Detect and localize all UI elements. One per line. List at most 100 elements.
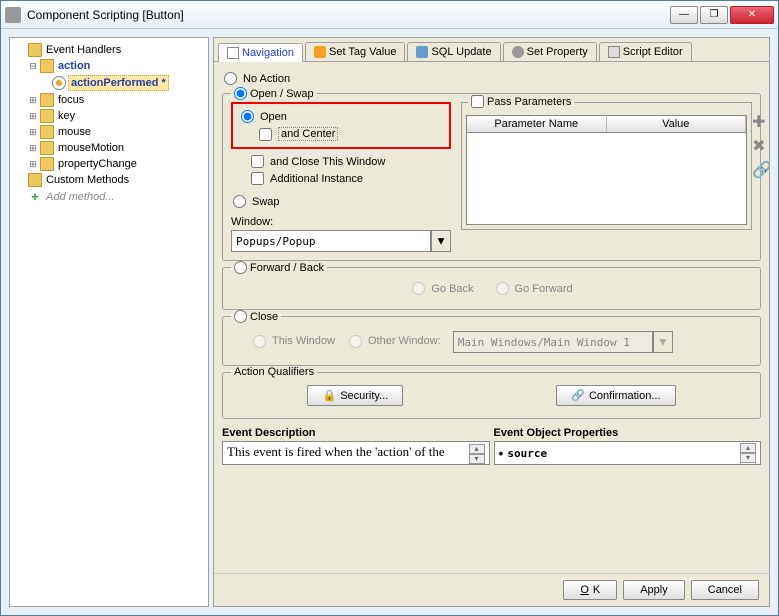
forward-back-radio[interactable]: Forward / Back	[231, 261, 327, 274]
tree-mouse[interactable]: ⊞ mouse	[26, 124, 204, 140]
event-tree[interactable]: Event Handlers ⊟ action actionPerformed …	[9, 37, 209, 607]
open-radio[interactable]: Open	[239, 108, 443, 125]
lock-icon: 🔒	[322, 389, 336, 402]
param-side-buttons: ✚ ✖ 🔗	[752, 112, 769, 180]
navigation-icon	[227, 47, 239, 59]
go-back-input	[412, 282, 425, 295]
swap-input[interactable]	[233, 195, 246, 208]
script-icon	[608, 46, 620, 58]
and-center-input[interactable]	[259, 128, 272, 141]
folder-icon	[28, 173, 42, 187]
remove-param-icon[interactable]: ✖	[752, 136, 769, 156]
event-description-box[interactable]: This event is fired when the 'action' of…	[222, 441, 490, 465]
folder-icon	[28, 43, 42, 57]
tab-set-property[interactable]: Set Property	[503, 42, 597, 61]
window-buttons: — ❐ ✕	[670, 6, 774, 24]
and-close-input[interactable]	[251, 155, 264, 168]
additional-instance-input[interactable]	[251, 172, 264, 185]
desc-scroll[interactable]: ▴▾	[469, 444, 485, 462]
window-title: Component Scripting [Button]	[27, 8, 670, 22]
tree-action-performed[interactable]: actionPerformed *	[50, 74, 204, 92]
add-param-icon[interactable]: ✚	[752, 112, 769, 132]
pass-parameters-check[interactable]: Pass Parameters	[468, 95, 574, 108]
no-action-radio[interactable]: No Action	[222, 70, 761, 87]
other-window-field	[453, 331, 653, 353]
action-qualifiers-group: Action Qualifiers 🔒 Security... 🔗 Confir…	[222, 372, 761, 419]
and-close-check[interactable]: and Close This Window	[249, 153, 451, 170]
tree-action[interactable]: ⊟ action	[26, 58, 204, 74]
go-back-radio: Go Back	[410, 280, 473, 297]
close-button[interactable]: ✕	[730, 6, 774, 24]
tree-event-handlers[interactable]: Event Handlers	[14, 42, 204, 58]
param-value-header: Value	[607, 116, 747, 132]
folder-icon	[40, 93, 54, 107]
minimize-button[interactable]: —	[670, 6, 698, 24]
plus-icon: +	[28, 189, 42, 204]
database-icon	[416, 46, 428, 58]
apply-button: Apply	[623, 580, 685, 600]
window-label: Window:	[231, 216, 451, 228]
this-window-radio: This Window	[251, 329, 335, 353]
other-window-dropdown-button: ▾	[653, 331, 673, 353]
pass-parameters-input[interactable]	[471, 95, 484, 108]
window-dropdown-button[interactable]: ▾	[431, 230, 451, 252]
parameters-table[interactable]: Parameter Name Value	[466, 115, 747, 225]
open-swap-radio[interactable]: Open / Swap	[231, 87, 317, 100]
open-highlight: Open and Center	[231, 102, 451, 149]
no-action-input[interactable]	[224, 72, 237, 85]
close-group: Close This Window Other Window:	[222, 316, 761, 366]
app-icon	[5, 7, 21, 23]
event-object-box[interactable]: • source ▴▾	[494, 441, 762, 465]
bullet-icon: •	[499, 445, 504, 461]
folder-icon	[40, 157, 54, 171]
tab-script-editor[interactable]: Script Editor	[599, 42, 692, 61]
folder-icon	[40, 109, 54, 123]
tabs: Navigation Set Tag Value SQL Update Set …	[214, 38, 769, 62]
tree-key[interactable]: ⊞ key	[26, 108, 204, 124]
window-combo[interactable]: ▾	[231, 230, 451, 252]
event-icon	[52, 76, 66, 90]
forward-back-input[interactable]	[234, 261, 247, 274]
ok-button[interactable]: OK	[563, 580, 617, 600]
obj-scroll[interactable]: ▴▾	[740, 443, 756, 463]
tree-focus[interactable]: ⊞ focus	[26, 92, 204, 108]
confirm-icon: 🔗	[571, 389, 585, 402]
gear-icon	[512, 46, 524, 58]
tree-property-change[interactable]: ⊞ propertyChange	[26, 156, 204, 172]
window: Component Scripting [Button] — ❐ ✕ Event…	[0, 0, 779, 616]
tab-sql-update[interactable]: SQL Update	[407, 42, 500, 61]
content: Event Handlers ⊟ action actionPerformed …	[1, 29, 778, 615]
security-button[interactable]: 🔒 Security...	[307, 385, 403, 406]
tag-icon	[314, 46, 326, 58]
tree-add-method[interactable]: + Add method...	[26, 188, 204, 205]
go-forward-input	[496, 282, 509, 295]
event-description-label: Event Description	[222, 425, 490, 441]
go-forward-radio: Go Forward	[494, 280, 573, 297]
and-center-check[interactable]: and Center	[257, 125, 443, 143]
swap-radio[interactable]: Swap	[231, 193, 451, 210]
bottom-info: Event Description This event is fired wh…	[222, 425, 761, 465]
folder-icon	[40, 59, 54, 73]
event-object-properties-label: Event Object Properties	[494, 425, 762, 441]
this-window-input	[253, 335, 266, 348]
additional-instance-check[interactable]: Additional Instance	[249, 170, 451, 187]
close-input[interactable]	[234, 310, 247, 323]
confirmation-button[interactable]: 🔗 Confirmation...	[556, 385, 675, 406]
tree-custom-methods[interactable]: Custom Methods	[14, 172, 204, 188]
link-param-icon[interactable]: 🔗	[752, 160, 769, 180]
dialog-footer: OK Apply Cancel	[214, 573, 769, 606]
open-input[interactable]	[241, 110, 254, 123]
tab-set-tag-value[interactable]: Set Tag Value	[305, 42, 405, 61]
open-swap-input[interactable]	[234, 87, 247, 100]
cancel-button[interactable]: Cancel	[691, 580, 759, 600]
window-field[interactable]	[231, 230, 431, 252]
maximize-button[interactable]: ❐	[700, 6, 728, 24]
tree-mouse-motion[interactable]: ⊞ mouseMotion	[26, 140, 204, 156]
other-window-radio: Other Window:	[347, 329, 441, 353]
close-radio[interactable]: Close	[231, 310, 281, 323]
tab-navigation[interactable]: Navigation	[218, 43, 303, 62]
other-window-combo: ▾	[453, 331, 673, 353]
other-window-input	[349, 335, 362, 348]
forward-back-group: Forward / Back Go Back Go Forward	[222, 267, 761, 310]
folder-icon	[40, 125, 54, 139]
